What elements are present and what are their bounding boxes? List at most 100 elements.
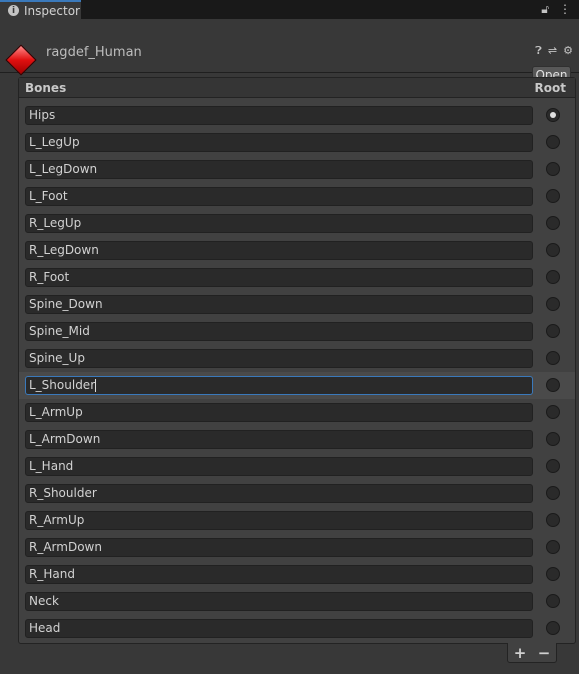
- bone-name: L_Foot: [29, 189, 68, 203]
- list-item[interactable]: Spine_Mid: [19, 318, 575, 345]
- bone-name-input[interactable]: R_LegDown: [25, 241, 533, 260]
- bone-name-input[interactable]: L_LegDown: [25, 160, 533, 179]
- root-radio[interactable]: [546, 135, 560, 149]
- bone-name: R_ArmDown: [29, 540, 102, 554]
- root-radio[interactable]: [546, 162, 560, 176]
- asset-title: ragdef_Human: [46, 45, 142, 60]
- root-radio[interactable]: [546, 108, 560, 122]
- bone-name: L_Shoulder: [29, 378, 96, 392]
- list-item[interactable]: Neck: [19, 588, 575, 615]
- remove-button[interactable]: −: [538, 644, 551, 662]
- bone-name-input[interactable]: Neck: [25, 592, 533, 611]
- bone-name-input[interactable]: L_ArmUp: [25, 403, 533, 422]
- gear-icon[interactable]: ⚙: [563, 44, 573, 58]
- bone-name: Hips: [29, 108, 56, 122]
- bone-name-input[interactable]: Hips: [25, 106, 533, 125]
- bones-header: Bones: [25, 80, 67, 95]
- help-icon[interactable]: ❓︎: [535, 44, 542, 58]
- bone-name-input[interactable]: L_ArmDown: [25, 430, 533, 449]
- bone-name: R_Hand: [29, 567, 75, 581]
- root-radio[interactable]: [546, 405, 560, 419]
- bone-name-input[interactable]: Spine_Down: [25, 295, 533, 314]
- bone-name: R_LegDown: [29, 243, 99, 257]
- bone-name: R_LegUp: [29, 216, 82, 230]
- list-item[interactable]: Spine_Down: [19, 291, 575, 318]
- bone-name: Head: [29, 621, 61, 635]
- list-item[interactable]: R_ArmUp: [19, 507, 575, 534]
- add-button[interactable]: +: [514, 644, 527, 662]
- root-radio[interactable]: [546, 432, 560, 446]
- root-radio[interactable]: [546, 297, 560, 311]
- bone-name-input[interactable]: R_Foot: [25, 268, 533, 287]
- info-icon: i: [8, 5, 19, 16]
- tab-inspector[interactable]: i Inspector: [0, 0, 81, 19]
- root-radio[interactable]: [546, 351, 560, 365]
- root-radio[interactable]: [546, 567, 560, 581]
- bone-name: R_Foot: [29, 270, 70, 284]
- bone-name-input[interactable]: Spine_Mid: [25, 322, 533, 341]
- lock-icon[interactable]: 🔓︎: [541, 2, 549, 17]
- list-header: Bones Root: [19, 78, 575, 98]
- list-item[interactable]: R_ArmDown: [19, 534, 575, 561]
- list-item[interactable]: L_Shoulder: [19, 372, 575, 399]
- list-item[interactable]: Hips: [19, 102, 575, 129]
- root-radio[interactable]: [546, 540, 560, 554]
- root-radio[interactable]: [546, 243, 560, 257]
- text-caret: [95, 379, 97, 392]
- more-menu-icon[interactable]: ⋮: [559, 2, 571, 17]
- root-radio[interactable]: [546, 216, 560, 230]
- bone-name-input[interactable]: L_Hand: [25, 457, 533, 476]
- root-radio[interactable]: [546, 513, 560, 527]
- bone-name: L_ArmDown: [29, 432, 101, 446]
- bone-name-input[interactable]: Head: [25, 619, 533, 638]
- root-radio[interactable]: [546, 378, 560, 392]
- bone-name-input[interactable]: L_Shoulder: [25, 376, 533, 395]
- list-item[interactable]: R_LegUp: [19, 210, 575, 237]
- list-footer: + −: [507, 643, 557, 663]
- bone-name: R_ArmUp: [29, 513, 85, 527]
- bone-name-input[interactable]: R_Hand: [25, 565, 533, 584]
- root-radio[interactable]: [546, 324, 560, 338]
- bone-name: L_LegUp: [29, 135, 80, 149]
- list-item[interactable]: R_Foot: [19, 264, 575, 291]
- list-item[interactable]: R_Shoulder: [19, 480, 575, 507]
- bone-name: L_ArmUp: [29, 405, 83, 419]
- bone-name: R_Shoulder: [29, 486, 97, 500]
- presets-icon[interactable]: ⇌: [548, 44, 557, 58]
- list-item[interactable]: Head: [19, 615, 575, 642]
- list-item[interactable]: L_Hand: [19, 453, 575, 480]
- root-radio[interactable]: [546, 459, 560, 473]
- list-item[interactable]: Spine_Up: [19, 345, 575, 372]
- inspector-header: ragdef_Human ❓︎ ⇌ ⚙ Open: [0, 19, 579, 84]
- bone-name-input[interactable]: R_LegUp: [25, 214, 533, 233]
- list-item[interactable]: R_LegDown: [19, 237, 575, 264]
- bone-name: Spine_Down: [29, 297, 103, 311]
- bone-name-input[interactable]: L_Foot: [25, 187, 533, 206]
- list-item[interactable]: L_LegUp: [19, 129, 575, 156]
- bone-name-input[interactable]: R_ArmUp: [25, 511, 533, 530]
- root-header: Root: [534, 80, 566, 95]
- list-item[interactable]: L_ArmUp: [19, 399, 575, 426]
- tab-bar: i Inspector 🔓︎ ⋮: [0, 0, 579, 19]
- bone-name: Neck: [29, 594, 59, 608]
- bone-name: Spine_Up: [29, 351, 85, 365]
- bone-name: L_Hand: [29, 459, 74, 473]
- root-radio[interactable]: [546, 594, 560, 608]
- list-item[interactable]: R_Hand: [19, 561, 575, 588]
- bone-name-input[interactable]: R_Shoulder: [25, 484, 533, 503]
- root-radio[interactable]: [546, 486, 560, 500]
- bone-name-input[interactable]: L_LegUp: [25, 133, 533, 152]
- bone-name-input[interactable]: Spine_Up: [25, 349, 533, 368]
- list-item[interactable]: L_LegDown: [19, 156, 575, 183]
- bones-list: Bones Root Hips L_LegUp L_LegDown L_Foot R_L…: [18, 77, 576, 644]
- asset-icon: [5, 44, 37, 76]
- bone-name: Spine_Mid: [29, 324, 90, 338]
- bone-name-input[interactable]: R_ArmDown: [25, 538, 533, 557]
- list-item[interactable]: L_ArmDown: [19, 426, 575, 453]
- root-radio[interactable]: [546, 621, 560, 635]
- root-radio[interactable]: [546, 189, 560, 203]
- list-item[interactable]: L_Foot: [19, 183, 575, 210]
- tab-label: Inspector: [24, 3, 80, 18]
- root-radio[interactable]: [546, 270, 560, 284]
- bone-name: L_LegDown: [29, 162, 98, 176]
